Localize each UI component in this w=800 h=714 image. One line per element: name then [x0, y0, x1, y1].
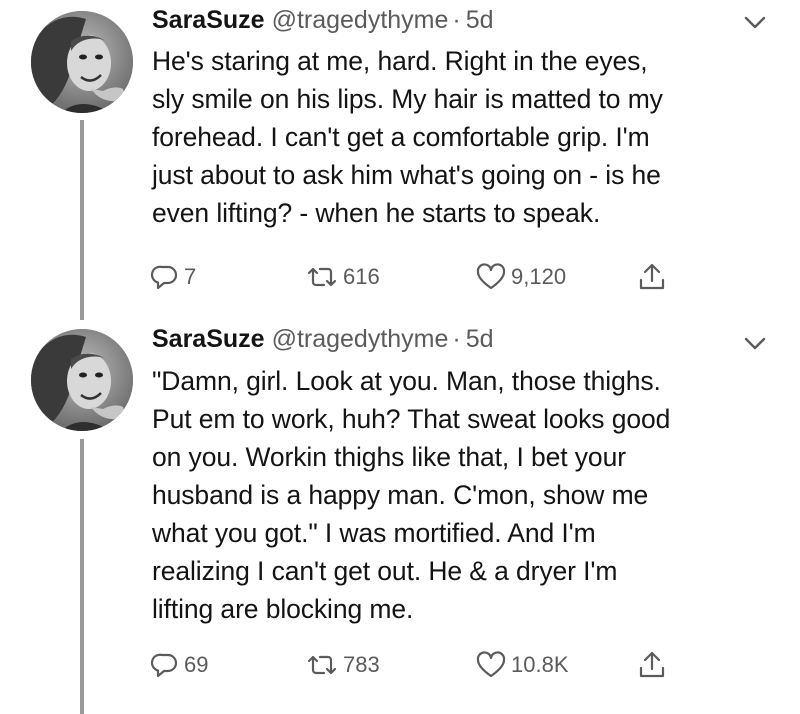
share-button[interactable] — [637, 645, 667, 685]
share-icon — [637, 261, 667, 293]
tweet-actions: 7 616 9,120 — [0, 257, 800, 297]
tweet-text-line: "Damn, girl. Look at you. Man, those thi… — [152, 366, 661, 396]
reply-button[interactable]: 69 — [150, 645, 208, 685]
reply-icon — [150, 650, 180, 680]
handle[interactable]: @tragedythyme — [272, 325, 449, 354]
avatar-image — [31, 11, 133, 113]
separator: · — [452, 325, 461, 353]
retweet-icon — [305, 650, 339, 680]
display-name[interactable]: SaraSuze — [152, 6, 265, 35]
tweet-text-line: just about to ask him what's going on - … — [152, 160, 661, 190]
chevron-down-icon[interactable] — [741, 8, 769, 36]
tweet-text: He's staring at me, hard. Right in the e… — [152, 42, 792, 232]
like-count: 10.8K — [511, 652, 569, 677]
tweet-text-line: forehead. I can't get a comfortable grip… — [152, 122, 650, 152]
tweet-text-line: sly smile on his lips. My hair is matted… — [152, 84, 663, 114]
tweet-text-line: what you got." I was mortified. And I'm — [152, 518, 596, 548]
like-button[interactable]: 10.8K — [475, 645, 569, 685]
tweet-text-line: even lifting? - when he starts to speak. — [152, 198, 601, 228]
avatar-image — [31, 329, 133, 431]
retweet-button[interactable]: 616 — [305, 257, 380, 297]
retweet-count: 783 — [343, 652, 380, 677]
retweet-icon — [305, 262, 339, 292]
tweet-actions: 69 783 10.8K — [0, 645, 800, 685]
tweet-text: "Damn, girl. Look at you. Man, those thi… — [152, 362, 792, 628]
share-icon — [637, 649, 667, 681]
tweet[interactable]: SaraSuze @tragedythyme · 5d "Damn, girl.… — [0, 325, 800, 714]
like-count: 9,120 — [511, 264, 567, 289]
reply-count: 69 — [184, 652, 209, 677]
like-button[interactable]: 9,120 — [475, 257, 566, 297]
tweet-header: SaraSuze @tragedythyme · 5d — [152, 6, 494, 46]
tweet[interactable]: SaraSuze @tragedythyme · 5d He's staring… — [0, 0, 800, 325]
tweet-header: SaraSuze @tragedythyme · 5d — [152, 325, 494, 365]
avatar[interactable] — [31, 329, 133, 431]
tweet-text-line: He's staring at me, hard. Right in the e… — [152, 46, 648, 76]
share-button[interactable] — [637, 257, 667, 297]
display-name[interactable]: SaraSuze — [152, 325, 265, 354]
separator: · — [452, 6, 461, 34]
tweet-text-line: Put em to work, huh? That sweat looks go… — [152, 404, 671, 434]
chevron-down-icon[interactable] — [741, 329, 769, 357]
tweet-text-line: lifting are blocking me. — [152, 594, 414, 624]
tweet-text-line: realizing I can't get out. He & a dryer … — [152, 556, 618, 586]
tweet-text-line: husband is a happy man. C'mon, show me — [152, 480, 649, 510]
heart-icon — [475, 262, 507, 292]
retweet-button[interactable]: 783 — [305, 645, 380, 685]
timestamp[interactable]: 5d — [466, 6, 494, 35]
avatar[interactable] — [31, 11, 133, 113]
reply-button[interactable]: 7 — [150, 257, 196, 297]
retweet-count: 616 — [343, 264, 380, 289]
handle[interactable]: @tragedythyme — [272, 6, 449, 35]
heart-icon — [475, 650, 507, 680]
timestamp[interactable]: 5d — [466, 325, 494, 354]
reply-count: 7 — [184, 264, 197, 289]
tweet-text-line: on you. Workin thighs like that, I bet y… — [152, 442, 626, 472]
reply-icon — [150, 262, 180, 292]
